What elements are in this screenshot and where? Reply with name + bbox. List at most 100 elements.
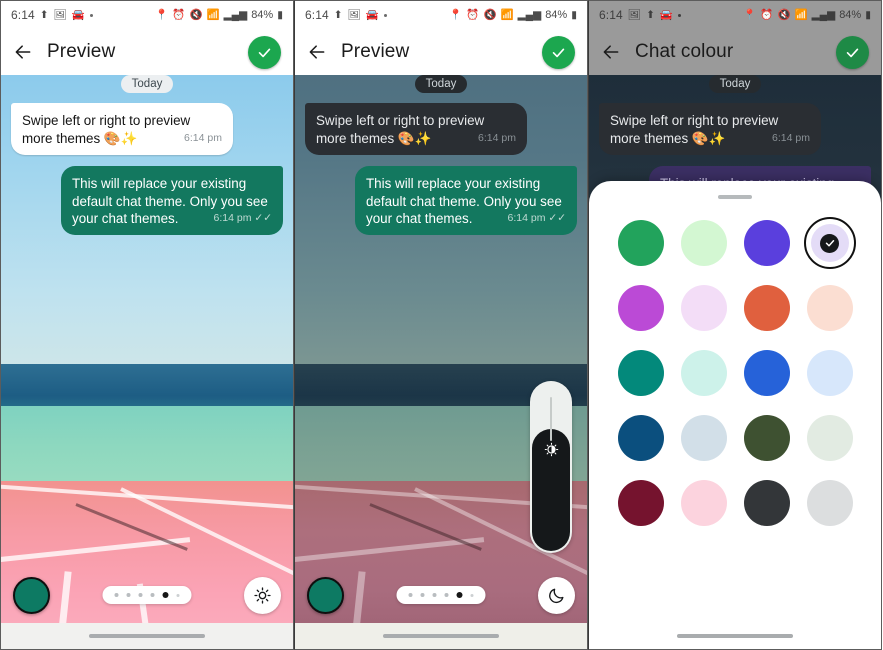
mute-icon: 🔇 bbox=[777, 8, 791, 21]
swatch-dot bbox=[680, 415, 727, 461]
colour-swatch-light-grey[interactable] bbox=[804, 477, 856, 529]
swatch-dot bbox=[806, 350, 853, 396]
swatch-dot bbox=[680, 285, 727, 331]
colour-swatch-teal[interactable] bbox=[615, 347, 667, 399]
home-indicator[interactable] bbox=[89, 634, 205, 638]
pager-dot[interactable] bbox=[176, 593, 180, 597]
status-bar: 6:14 ⬆ 🖼 🚘 📍 ⏰ 🔇 📶 ▂▄▆ 84% ▮ bbox=[295, 1, 587, 29]
incoming-message-time: 6:14 pm bbox=[772, 131, 810, 144]
colour-swatch-orchid[interactable] bbox=[615, 282, 667, 334]
colour-swatch-charcoal[interactable] bbox=[741, 477, 793, 529]
colour-swatch-forest[interactable] bbox=[741, 412, 793, 464]
upload-icon: ⬆ bbox=[646, 8, 655, 21]
page-title: Chat colour bbox=[635, 41, 734, 62]
colour-swatch-pink[interactable] bbox=[678, 477, 730, 529]
slider-thumb[interactable] bbox=[532, 429, 570, 551]
swatch-dot bbox=[680, 480, 727, 526]
light-mode-button[interactable] bbox=[244, 576, 281, 614]
current-colour-button[interactable] bbox=[13, 576, 50, 614]
chat-colour-sheet bbox=[589, 181, 881, 649]
incoming-message-bubble: Swipe left or right to preview more them… bbox=[305, 103, 527, 155]
swatch-dot bbox=[743, 480, 790, 526]
gallery-icon: 🖼 bbox=[53, 8, 67, 21]
colour-swatch-pale-blue[interactable] bbox=[804, 347, 856, 399]
pager-dot[interactable] bbox=[420, 593, 425, 597]
panel-preview-dim: 6:14 ⬆ 🖼 🚘 📍 ⏰ 🔇 📶 ▂▄▆ 84% ▮ Preview Tod… bbox=[294, 0, 588, 650]
check-icon bbox=[820, 233, 839, 253]
bottom-controls bbox=[1, 567, 293, 623]
location-icon: 📍 bbox=[155, 8, 169, 21]
swatch-dot bbox=[806, 415, 853, 461]
swatch-dot bbox=[743, 415, 790, 461]
colour-swatch-navy[interactable] bbox=[615, 412, 667, 464]
outgoing-message-bubble: This will replace your existing default … bbox=[61, 165, 283, 236]
drag-handle[interactable] bbox=[718, 195, 752, 199]
pager-dot[interactable] bbox=[114, 593, 119, 597]
dark-mode-button[interactable] bbox=[538, 576, 575, 614]
app-bar: Preview bbox=[295, 29, 587, 75]
pager-dot[interactable] bbox=[150, 593, 155, 597]
swatch-dot bbox=[617, 285, 664, 331]
colour-swatch-light-steel[interactable] bbox=[678, 412, 730, 464]
back-arrow-icon[interactable] bbox=[601, 42, 621, 62]
brightness-slider[interactable] bbox=[530, 381, 572, 553]
back-arrow-icon[interactable] bbox=[307, 42, 327, 62]
message-emoji: 🎨✨ bbox=[397, 130, 432, 146]
wifi-icon: 📶 bbox=[206, 8, 220, 21]
car-icon: 🚘 bbox=[365, 8, 379, 21]
battery-icon: ▮ bbox=[277, 8, 283, 21]
colour-swatch-grid bbox=[589, 217, 881, 529]
confirm-button[interactable] bbox=[542, 35, 575, 69]
pager-dot-active[interactable] bbox=[456, 592, 463, 598]
colour-swatch-lavender[interactable] bbox=[803, 217, 856, 269]
signal-icon: ▂▄▆ bbox=[223, 8, 248, 21]
pager-dot[interactable] bbox=[444, 593, 449, 597]
swatch-dot bbox=[806, 285, 853, 331]
incoming-message-time: 6:14 pm bbox=[478, 131, 516, 144]
colour-swatch-pale-sage[interactable] bbox=[804, 412, 856, 464]
confirm-button[interactable] bbox=[248, 35, 281, 69]
message-emoji: 🎨✨ bbox=[691, 130, 726, 146]
pager-dot[interactable] bbox=[126, 593, 131, 597]
pager-dot[interactable] bbox=[408, 593, 413, 597]
home-indicator[interactable] bbox=[383, 634, 499, 638]
page-title: Preview bbox=[47, 41, 116, 62]
current-colour-button[interactable] bbox=[307, 576, 344, 614]
home-indicator-area bbox=[295, 623, 587, 649]
colour-swatch-pale-aqua[interactable] bbox=[678, 347, 730, 399]
colour-swatch-mint[interactable] bbox=[678, 217, 730, 269]
colour-swatch-peach[interactable] bbox=[804, 282, 856, 334]
bottom-controls bbox=[295, 567, 587, 623]
colour-swatch-green[interactable] bbox=[615, 217, 667, 269]
colour-swatch-coral[interactable] bbox=[741, 282, 793, 334]
home-indicator[interactable] bbox=[677, 634, 793, 638]
panel-chat-colour: 6:14 🖼 ⬆ 🚘 📍 ⏰ 🔇 📶 ▂▄▆ 84% ▮ Chat colour bbox=[588, 0, 882, 650]
battery-icon: ▮ bbox=[865, 8, 871, 21]
status-right-icons: 📍 ⏰ 🔇 📶 ▂▄▆ 84% ▮ bbox=[449, 9, 577, 21]
incoming-message-bubble: Swipe left or right to preview more them… bbox=[599, 103, 821, 155]
confirm-button[interactable] bbox=[836, 35, 869, 69]
car-icon: 🚘 bbox=[71, 8, 85, 21]
upload-icon: ⬆ bbox=[333, 8, 343, 21]
swatch-dot bbox=[680, 220, 727, 266]
pager-dot[interactable] bbox=[432, 593, 437, 597]
home-indicator-area bbox=[1, 623, 293, 649]
theme-pager[interactable] bbox=[102, 586, 192, 604]
colour-swatch-maroon[interactable] bbox=[615, 477, 667, 529]
pager-dot[interactable] bbox=[470, 593, 474, 597]
colour-swatch-indigo[interactable] bbox=[741, 217, 793, 269]
signal-icon: ▂▄▆ bbox=[517, 8, 542, 21]
status-left-icons: 6:14 🖼 ⬆ 🚘 bbox=[599, 8, 681, 22]
message-emoji: 🎨✨ bbox=[103, 130, 138, 146]
pager-dot-active[interactable] bbox=[162, 592, 169, 598]
chat-preview: Today Swipe left or right to preview mor… bbox=[295, 75, 587, 236]
back-arrow-icon[interactable] bbox=[13, 42, 33, 62]
app-bar: Preview bbox=[1, 29, 293, 75]
pager-dot[interactable] bbox=[138, 593, 143, 597]
colour-swatch-blue[interactable] bbox=[741, 347, 793, 399]
upload-icon: ⬆ bbox=[39, 8, 49, 21]
colour-swatch-pale-lilac[interactable] bbox=[678, 282, 730, 334]
alarm-icon: ⏰ bbox=[760, 8, 774, 21]
mute-icon: 🔇 bbox=[189, 8, 203, 21]
theme-pager[interactable] bbox=[396, 586, 486, 604]
